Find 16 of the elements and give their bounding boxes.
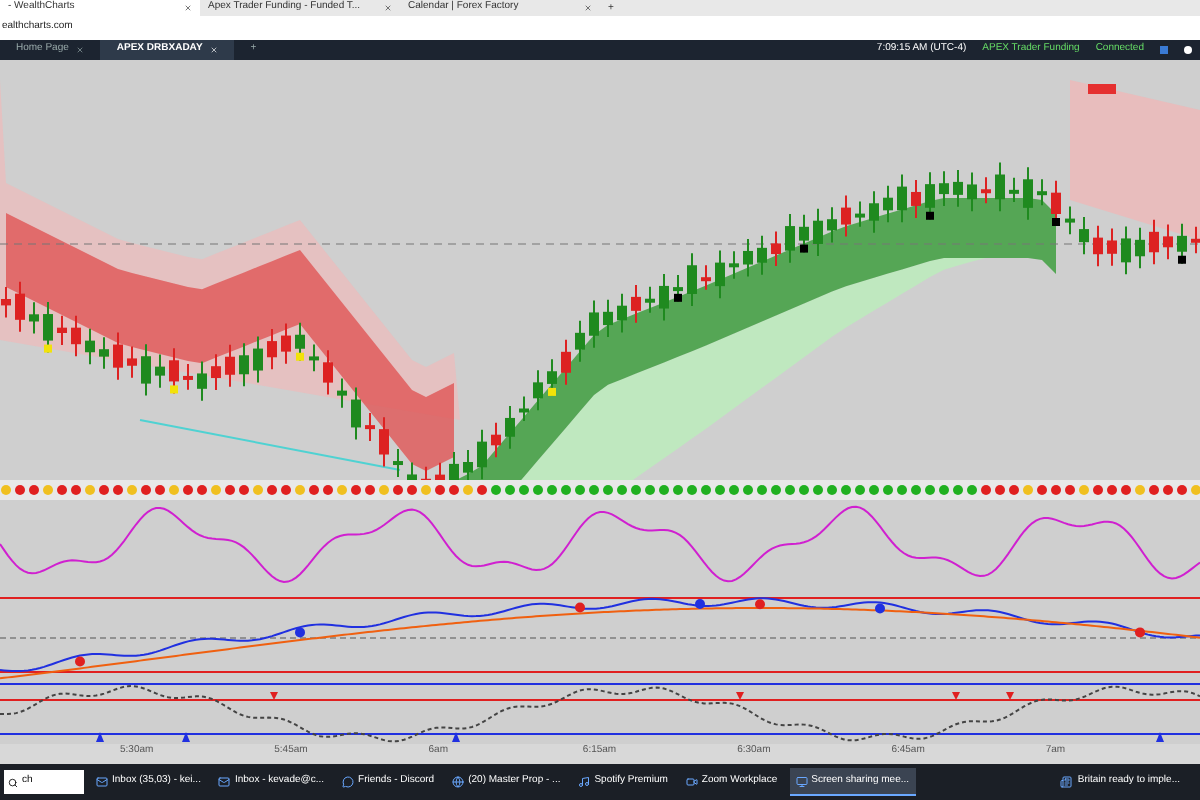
crossover-dot <box>295 627 305 638</box>
price-marker <box>1088 84 1116 94</box>
app-icon <box>452 776 465 788</box>
app-icon <box>578 776 591 788</box>
app-icon <box>218 776 231 788</box>
crossover-dot <box>1135 627 1145 638</box>
app-icon <box>96 776 108 788</box>
crossover-dot <box>695 599 705 610</box>
app-icon <box>342 776 355 788</box>
app-icon <box>685 776 698 788</box>
crossover-dot <box>875 603 885 614</box>
news-icon <box>1059 776 1072 788</box>
crossover-dot <box>75 656 85 667</box>
search-icon <box>8 777 18 787</box>
app-icon <box>795 775 808 787</box>
crossover-dot <box>575 602 585 613</box>
